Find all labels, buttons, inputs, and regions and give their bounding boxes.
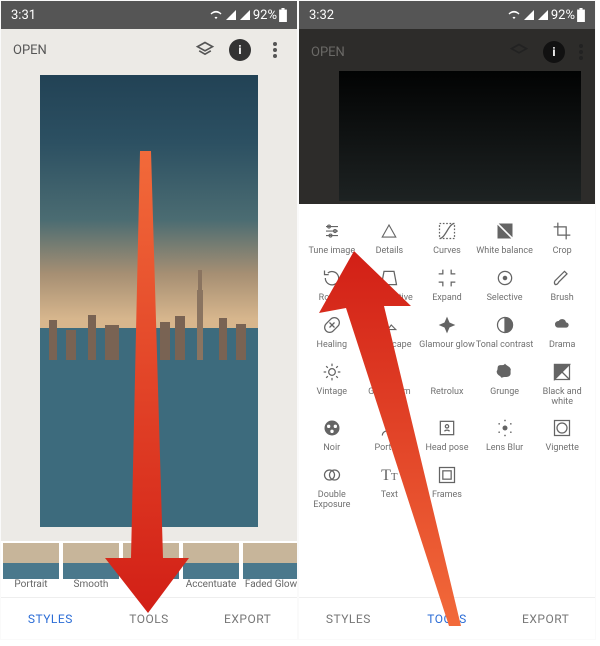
status-icons: 92% (507, 8, 585, 23)
tool-text[interactable]: TTText (361, 464, 419, 517)
tool-portrait[interactable]: Portrait (361, 417, 419, 460)
tool-tonal-contrast[interactable]: Tonal contrast (476, 314, 534, 357)
tool-head-pose[interactable]: Head pose (418, 417, 476, 460)
tool-retrolux[interactable]: Retrolux (418, 361, 476, 414)
tool-hdr-scape[interactable]: HDR scape (361, 314, 419, 357)
bottom-tabs: STYLES TOOLS EXPORT (299, 597, 595, 639)
tools-sheet: Tune image Details Curves White balance … (299, 204, 595, 597)
tool-rotate[interactable]: Rotate (303, 267, 361, 310)
wifi-icon (209, 9, 223, 21)
tool-selective[interactable]: Selective (476, 267, 534, 310)
signal-icon (523, 9, 535, 21)
tool-perspective[interactable]: Perspective (361, 267, 419, 310)
tool-vignette[interactable]: Vignette (533, 417, 591, 460)
layers-icon[interactable] (195, 40, 215, 60)
tool-tune-image[interactable]: Tune image (303, 220, 361, 263)
tool-grainy-film[interactable]: Grainy film (361, 361, 419, 414)
tab-tools[interactable]: TOOLS (398, 598, 497, 639)
tool-white-balance[interactable]: White balance (476, 220, 534, 263)
tool-healing[interactable]: Healing (303, 314, 361, 357)
tool-grunge[interactable]: Grunge (476, 361, 534, 414)
bottom-tabs: STYLES TOOLS EXPORT (1, 597, 297, 639)
style-thumb[interactable]: Smooth (63, 543, 119, 590)
open-button[interactable]: OPEN (13, 43, 47, 58)
dim-photo (339, 71, 581, 201)
canvas-area[interactable] (1, 71, 297, 541)
tool-frames[interactable]: Frames (418, 464, 476, 517)
style-thumb[interactable] (123, 543, 179, 579)
tab-export[interactable]: EXPORT (496, 598, 595, 639)
tool-curves[interactable]: Curves (418, 220, 476, 263)
tool-brush[interactable]: Brush (533, 267, 591, 310)
tool-vintage[interactable]: Vintage (303, 361, 361, 414)
phone-left: 3:31 92% OPEN i (0, 0, 298, 640)
info-icon: i (543, 41, 565, 63)
layers-icon (509, 42, 529, 62)
style-thumb[interactable]: Accentuate (183, 543, 239, 590)
status-icons: 92% (209, 8, 287, 23)
style-thumb[interactable]: Portrait (3, 543, 59, 590)
status-time: 3:32 (309, 8, 334, 23)
battery-text: 92% (253, 8, 277, 23)
info-icon[interactable]: i (229, 39, 251, 61)
signal-icon (537, 9, 549, 21)
wifi-icon (507, 9, 521, 21)
overflow-icon[interactable] (265, 40, 285, 60)
tab-styles[interactable]: STYLES (299, 598, 398, 639)
app-top-bar: OPEN i (1, 29, 297, 71)
tab-styles[interactable]: STYLES (1, 598, 100, 639)
battery-icon (577, 8, 585, 22)
status-bar: 3:31 92% (1, 1, 297, 29)
tool-double-exposure[interactable]: Double Exposure (303, 464, 361, 517)
tool-expand[interactable]: Expand (418, 267, 476, 310)
tool-crop[interactable]: Crop (533, 220, 591, 263)
tool-noir[interactable]: Noir (303, 417, 361, 460)
battery-text: 92% (551, 8, 575, 23)
status-bar: 3:32 92% (299, 1, 595, 29)
battery-icon (279, 8, 287, 22)
phone-right: 3:32 92% OPEN i Tune image Details Curve… (298, 0, 596, 640)
status-time: 3:31 (11, 8, 36, 23)
tab-export[interactable]: EXPORT (198, 598, 297, 639)
tool-drama[interactable]: Drama (533, 314, 591, 357)
edited-photo (40, 75, 258, 527)
tool-black-and-white[interactable]: Black and white (533, 361, 591, 414)
tool-details[interactable]: Details (361, 220, 419, 263)
overflow-icon (579, 44, 583, 60)
tool-glamour-glow[interactable]: Glamour glow (418, 314, 476, 357)
open-button: OPEN (311, 45, 345, 60)
style-thumbnails: Portrait Smooth Accentuate Faded Glow M (1, 541, 297, 599)
signal-icon (239, 9, 251, 21)
tool-lens-blur[interactable]: Lens Blur (476, 417, 534, 460)
signal-icon (225, 9, 237, 21)
tab-tools[interactable]: TOOLS (100, 598, 199, 639)
style-thumb[interactable]: Faded Glow (243, 543, 297, 590)
